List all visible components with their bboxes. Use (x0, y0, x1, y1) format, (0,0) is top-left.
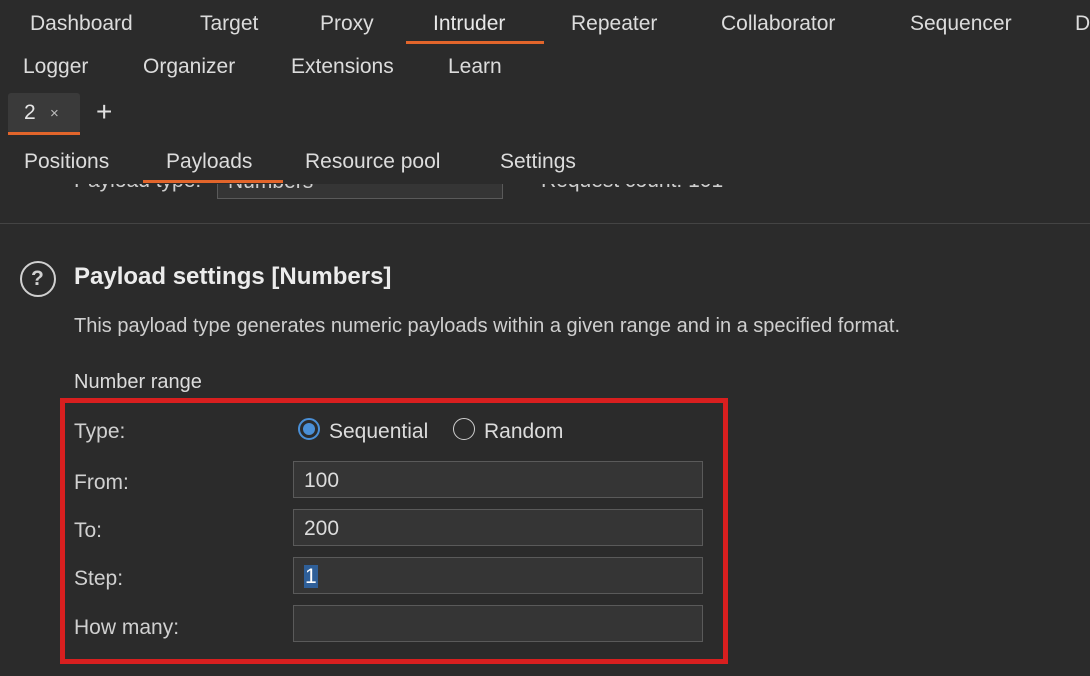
sub-tab-bar: Positions Payloads Resource pool Setting… (0, 140, 1090, 184)
menu-target[interactable]: Target (200, 12, 258, 36)
menu-logger[interactable]: Logger (23, 55, 88, 79)
menu-intruder[interactable]: Intruder (433, 12, 505, 36)
instance-tab-label: 2 (24, 101, 36, 124)
menu-dashboard[interactable]: Dashboard (30, 12, 133, 36)
section-title: Payload settings [Numbers] (74, 263, 392, 290)
section-description: This payload type generates numeric payl… (74, 315, 901, 337)
tab-positions[interactable]: Positions (24, 150, 109, 174)
menu-sequencer[interactable]: Sequencer (910, 12, 1012, 36)
add-tab-icon[interactable]: + (96, 98, 112, 126)
instance-tab-2[interactable]: 2 × (8, 93, 80, 133)
menu-repeater[interactable]: Repeater (571, 12, 657, 36)
section-divider (0, 223, 1090, 224)
help-glyph: ? (31, 267, 44, 290)
menu-organizer[interactable]: Organizer (143, 55, 235, 79)
instance-tab-bar (0, 88, 1090, 140)
tab-settings[interactable]: Settings (500, 150, 576, 174)
number-range-label: Number range (74, 371, 202, 393)
menu-intruder-underline (406, 41, 544, 44)
highlight-box (60, 398, 728, 664)
help-icon[interactable]: ? (20, 261, 56, 297)
request-count: Request count: 101 (541, 184, 723, 193)
close-icon[interactable]: × (50, 105, 59, 122)
menu-learn[interactable]: Learn (448, 55, 502, 79)
menu-proxy[interactable]: Proxy (320, 12, 374, 36)
payload-type-value: Numbers (228, 184, 313, 194)
top-menu: Dashboard Target Proxy Intruder Repeater… (0, 0, 1090, 88)
instance-tab-underline (8, 132, 80, 135)
menu-collaborator[interactable]: Collaborator (721, 12, 835, 36)
tab-resource-pool[interactable]: Resource pool (305, 150, 440, 174)
menu-decoder-partial[interactable]: D (1075, 12, 1090, 36)
payload-type-label: Payload type: (74, 184, 201, 193)
tab-payloads[interactable]: Payloads (166, 150, 252, 174)
menu-extensions[interactable]: Extensions (291, 55, 394, 79)
payload-type-select[interactable]: Numbers (217, 184, 503, 199)
tab-payloads-underline (143, 180, 283, 183)
